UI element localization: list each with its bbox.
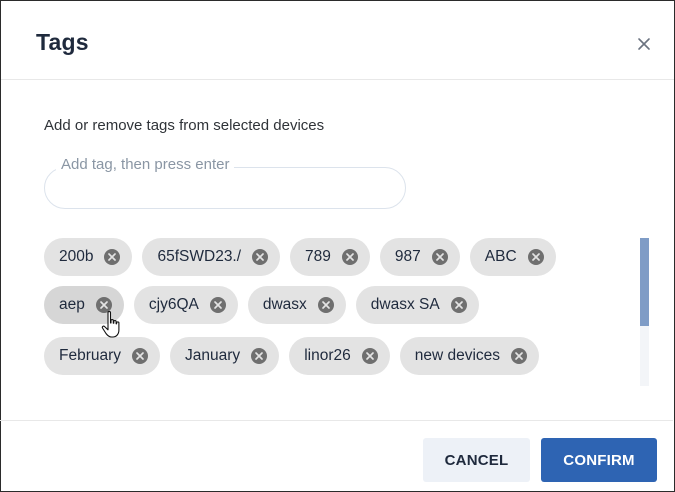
x-circle-icon	[209, 297, 226, 313]
close-icon	[638, 38, 650, 50]
tag-chip-label: February	[59, 347, 122, 364]
tag-chip[interactable]: cjy6QA	[133, 286, 238, 324]
x-circle-icon	[104, 249, 121, 265]
tag-chip[interactable]: linor26	[289, 337, 390, 375]
close-button[interactable]	[631, 31, 657, 57]
tag-remove-button[interactable]	[317, 296, 335, 314]
tag-remove-button[interactable]	[431, 248, 449, 266]
tag-chip-label: 65fSWD23./	[157, 248, 242, 265]
tag-remove-button[interactable]	[251, 248, 269, 266]
tag-chip-label: linor26	[304, 347, 351, 364]
cancel-button[interactable]: CANCEL	[423, 438, 530, 482]
tag-remove-button[interactable]	[95, 296, 113, 314]
x-circle-icon	[251, 348, 268, 364]
tags-row: February January linor26 new devices	[44, 337, 549, 375]
tag-chip[interactable]: 200b	[44, 238, 133, 276]
tag-chip[interactable]: ABC	[469, 238, 556, 276]
tag-remove-button[interactable]	[361, 347, 379, 365]
tag-chip-label: 200b	[59, 248, 94, 265]
x-circle-icon	[132, 348, 149, 364]
x-circle-icon	[341, 249, 358, 265]
dialog-title: Tags	[36, 29, 89, 55]
tag-chip[interactable]: new devices	[399, 337, 540, 375]
tag-remove-button[interactable]	[131, 347, 149, 365]
tag-remove-button[interactable]	[527, 248, 545, 266]
tag-chip[interactable]: dwasx SA	[355, 286, 479, 324]
tag-remove-button[interactable]	[341, 248, 359, 266]
tag-chip[interactable]: February	[44, 337, 161, 375]
tag-chip[interactable]: 789	[290, 238, 370, 276]
tag-chip-label: ABC	[484, 248, 517, 265]
tags-scrollbar-thumb[interactable]	[640, 238, 649, 326]
x-circle-icon	[450, 297, 467, 313]
x-circle-icon	[511, 348, 528, 364]
dialog-header: Tags	[1, 1, 674, 80]
tag-remove-button[interactable]	[450, 296, 468, 314]
tag-chip-label: 789	[305, 248, 331, 265]
x-circle-icon	[252, 249, 269, 265]
confirm-button[interactable]: CONFIRM	[541, 438, 657, 482]
tag-input-label: Add tag, then press enter	[56, 156, 235, 173]
tag-chip[interactable]: 65fSWD23./	[142, 238, 281, 276]
tag-remove-button[interactable]	[250, 347, 268, 365]
x-circle-icon	[95, 297, 112, 313]
x-circle-icon	[361, 348, 378, 364]
tag-chip-label: cjy6QA	[148, 296, 199, 313]
tag-chip-label: new devices	[414, 347, 501, 364]
tags-list: 200b 65fSWD23./ 789 987 ABC aep cjy6QA dwasx dw…	[44, 238, 636, 388]
tag-remove-button[interactable]	[510, 347, 528, 365]
tag-chip-label: dwasx SA	[370, 296, 440, 313]
tag-chip[interactable]: 987	[379, 238, 460, 276]
tag-chip[interactable]: aep	[44, 286, 124, 324]
dialog-subtitle: Add or remove tags from selected devices	[44, 117, 325, 134]
tags-row: aep cjy6QA dwasx dwasx SA	[44, 286, 489, 324]
x-circle-icon	[527, 249, 544, 265]
x-circle-icon	[431, 249, 448, 265]
tag-chip[interactable]: January	[170, 337, 280, 375]
tag-input[interactable]	[60, 177, 394, 201]
tag-remove-button[interactable]	[209, 296, 227, 314]
tags-row: 200b 65fSWD23./ 789 987 ABC	[44, 238, 566, 276]
tag-chip-label: 987	[394, 248, 421, 265]
tag-chip[interactable]: dwasx	[247, 286, 346, 324]
tag-chip-label: dwasx	[262, 296, 307, 313]
tag-chip-label: aep	[59, 296, 85, 313]
tag-chip-label: January	[185, 347, 241, 364]
x-circle-icon	[317, 297, 334, 313]
tag-remove-button[interactable]	[103, 248, 121, 266]
